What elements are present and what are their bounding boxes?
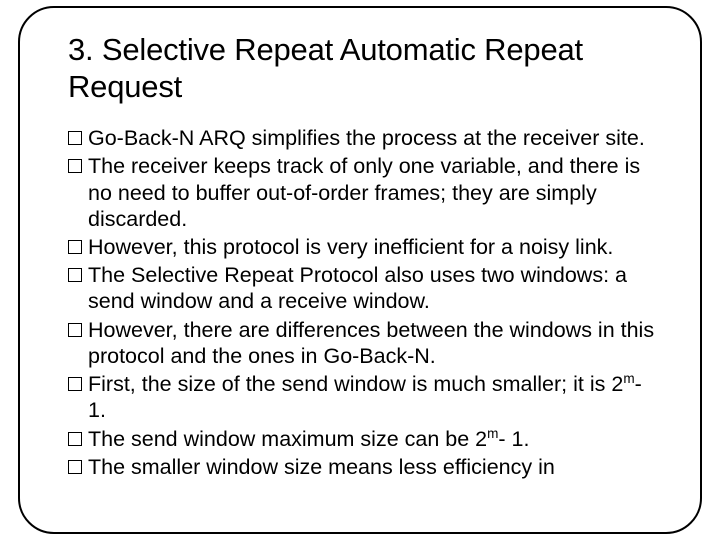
list-item-text: However, this protocol is very inefficie… bbox=[88, 234, 664, 260]
list-item: The receiver keeps track of only one var… bbox=[68, 153, 664, 232]
square-bullet-icon bbox=[68, 268, 82, 282]
list-item-text: The smaller window size means less effic… bbox=[88, 454, 664, 480]
square-bullet-icon bbox=[68, 323, 82, 337]
list-item: The Selective Repeat Protocol also uses … bbox=[68, 262, 664, 314]
list-item: The send window maximum size can be 2m- … bbox=[68, 426, 664, 452]
superscript: m bbox=[623, 371, 634, 386]
list-item-text: However, there are differences between t… bbox=[88, 317, 664, 369]
list-item-text: First, the size of the send window is mu… bbox=[88, 371, 664, 423]
square-bullet-icon bbox=[68, 159, 82, 173]
superscript: m bbox=[487, 425, 498, 440]
square-bullet-icon bbox=[68, 460, 82, 474]
list-item: However, there are differences between t… bbox=[68, 317, 664, 369]
list-item: However, this protocol is very inefficie… bbox=[68, 234, 664, 260]
square-bullet-icon bbox=[68, 240, 82, 254]
list-item: First, the size of the send window is mu… bbox=[68, 371, 664, 423]
bullet-list: Go-Back-N ARQ simplifies the process at … bbox=[68, 125, 664, 480]
list-item: The smaller window size means less effic… bbox=[68, 454, 664, 480]
list-item-text: Go-Back-N ARQ simplifies the process at … bbox=[88, 125, 664, 151]
list-item: Go-Back-N ARQ simplifies the process at … bbox=[68, 125, 664, 151]
slide-title: 3. Selective Repeat Automatic Repeat Req… bbox=[68, 32, 664, 105]
square-bullet-icon bbox=[68, 432, 82, 446]
slide-frame: 3. Selective Repeat Automatic Repeat Req… bbox=[18, 6, 702, 534]
list-item-text: The Selective Repeat Protocol also uses … bbox=[88, 262, 664, 314]
list-item-text: The send window maximum size can be 2m- … bbox=[88, 426, 664, 452]
list-item-text: The receiver keeps track of only one var… bbox=[88, 153, 664, 232]
square-bullet-icon bbox=[68, 377, 82, 391]
square-bullet-icon bbox=[68, 131, 82, 145]
